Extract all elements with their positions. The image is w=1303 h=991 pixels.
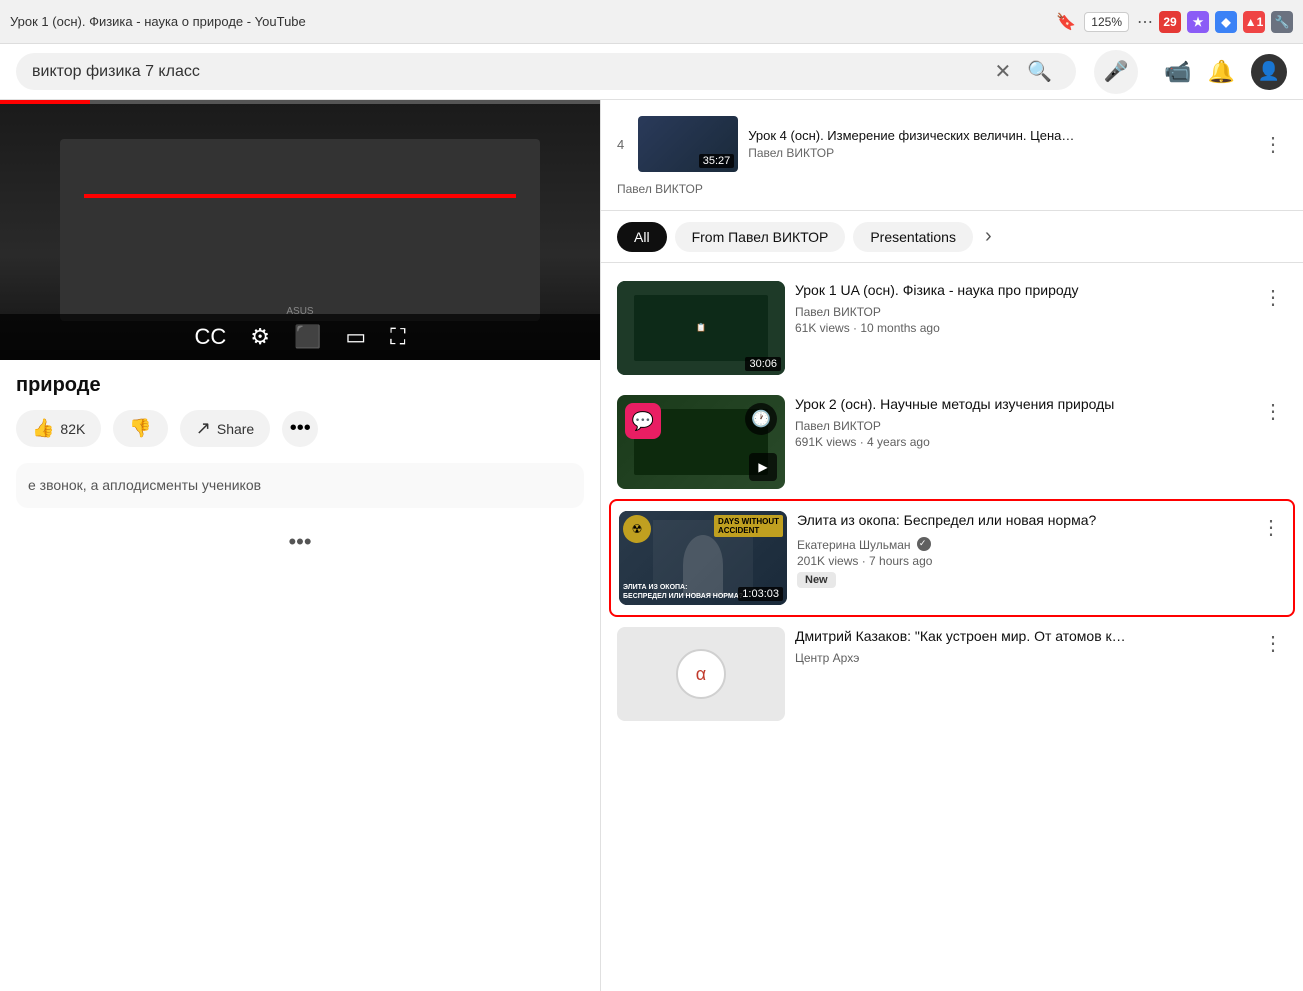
main-content: ASUS CC ⚙ ⬛ ▭ ⛶ природе 👍 82K 👎 <box>0 100 1303 991</box>
thumb-3: ☢ DAYS WITHOUTACCIDENT ЭЛИТА ИЗ ОКОПА:БЕ… <box>619 511 787 605</box>
history-overlay-icon: 🕐 <box>745 403 777 435</box>
float-more-button[interactable]: ••• <box>282 524 318 560</box>
filter-presentations[interactable]: Presentations <box>853 222 973 252</box>
playlist-item-4[interactable]: 4 35:27 Урок 4 (осн). Измерение физическ… <box>617 110 1287 178</box>
vl-more-2[interactable]: ⋮ <box>1259 395 1287 428</box>
thumbs-down-icon: 👎 <box>129 418 151 439</box>
progress-bar[interactable] <box>0 100 600 104</box>
vl-title-1: Урок 1 UA (осн). Фізика - наука про прир… <box>795 281 1249 301</box>
vl-meta-1: 61K views · 10 months ago <box>795 321 1249 335</box>
search-input-area[interactable]: виктор физика 7 класс ✕ 🔍 <box>16 53 1076 90</box>
fullscreen-button[interactable]: ⛶ <box>390 324 405 350</box>
item-title-4: Урок 4 (осн). Измерение физических велич… <box>748 128 1249 145</box>
description-area: е звонок, а аплодисменты учеников <box>16 463 584 508</box>
settings-button[interactable]: ⚙ <box>250 324 270 350</box>
video-actions: 👍 82K 👎 ↗ Share ••• <box>16 410 584 447</box>
thumbs-up-icon: 👍 <box>32 418 54 439</box>
search-query: виктор физика 7 класс <box>32 63 987 81</box>
vl-channel-3: Екатерина Шульман <box>797 535 1247 552</box>
share-label: Share <box>217 421 254 437</box>
like-count: 82K <box>60 421 85 437</box>
video-controls: CC ⚙ ⬛ ▭ ⛶ <box>0 314 600 360</box>
video-list-item-2[interactable]: 💬 🕐 ▶ Урок 2 (осн). Научные методы изуче… <box>601 385 1303 499</box>
vl-more-4[interactable]: ⋮ <box>1259 627 1287 660</box>
search-bar: виктор физика 7 класс ✕ 🔍 🎤 📹 🔔 👤 <box>0 44 1303 100</box>
filter-chips: All From Павел ВИКТОР Presentations › <box>601 211 1303 263</box>
zoom-level[interactable]: 125% <box>1084 12 1129 32</box>
item-more-4[interactable]: ⋮ <box>1259 128 1287 161</box>
clear-search-icon[interactable]: ✕ <box>995 59 1012 84</box>
vl-info-4: Дмитрий Казаков: "Как устроен мир. От ат… <box>795 627 1249 667</box>
thumb-item-4: 35:27 <box>638 116 738 172</box>
vl-info-3: Элита из окопа: Беспредел или новая норм… <box>797 511 1247 588</box>
thumb-duration-4: 35:27 <box>699 154 735 168</box>
thumb-duration-3: 1:03:03 <box>738 587 783 601</box>
cc-button[interactable]: CC <box>194 324 226 350</box>
vl-title-4: Дмитрий Казаков: "Как устроен мир. От ат… <box>795 627 1249 647</box>
vl-channel-1: Павел ВИКТОР <box>795 305 1249 319</box>
user-avatar[interactable]: 👤 <box>1251 54 1287 90</box>
dislike-button[interactable]: 👎 <box>113 410 167 447</box>
channel-name-prev: Павел ВИКТОР <box>617 178 1287 200</box>
verified-badge-3 <box>917 537 931 551</box>
vl-meta-2: 691K views · 4 years ago <box>795 435 1249 449</box>
video-list-item-4[interactable]: α Дмитрий Казаков: "Как устроен мир. От … <box>601 617 1303 731</box>
item-number: 4 <box>617 137 624 152</box>
vl-meta-3: 201K views · 7 hours ago <box>797 554 1247 568</box>
vl-title-2: Урок 2 (осн). Научные методы изучения пр… <box>795 395 1249 415</box>
video-player[interactable]: ASUS CC ⚙ ⬛ ▭ ⛶ <box>0 100 600 360</box>
description-text: е звонок, а аплодисменты учеников <box>28 475 572 496</box>
left-panel: ASUS CC ⚙ ⬛ ▭ ⛶ природе 👍 82K 👎 <box>0 100 600 991</box>
theater-button[interactable]: ▭ <box>345 324 366 350</box>
new-badge: New <box>797 572 836 588</box>
video-list-item-3[interactable]: ☢ DAYS WITHOUTACCIDENT ЭЛИТА ИЗ ОКОПА:БЕ… <box>609 499 1295 617</box>
filter-next-icon[interactable]: › <box>981 221 996 252</box>
share-icon: ↗ <box>196 418 211 439</box>
play-overlay: ▶ <box>749 453 777 481</box>
vl-channel-4: Центр Архэ <box>795 651 1249 665</box>
add-video-button[interactable]: 📹 <box>1164 59 1191 85</box>
playlist-header: 4 35:27 Урок 4 (осн). Измерение физическ… <box>601 100 1303 211</box>
right-panel: 4 35:27 Урок 4 (осн). Измерение физическ… <box>600 100 1303 991</box>
notifications-button[interactable]: 🔔 <box>1208 59 1235 85</box>
more-actions-button[interactable]: ••• <box>282 411 318 447</box>
video-list: 📋 30:06 Урок 1 UA (осн). Фізика - наука … <box>601 263 1303 991</box>
bookmark-icon[interactable]: 🔖 <box>1056 12 1076 32</box>
vl-title-3: Элита из окопа: Беспредел или новая норм… <box>797 511 1247 531</box>
vl-info-1: Урок 1 UA (осн). Фізика - наука про прир… <box>795 281 1249 335</box>
thumb-1: 📋 30:06 <box>617 281 785 375</box>
item-channel-4: Павел ВИКТОР <box>748 146 1249 160</box>
thumb-duration-1: 30:06 <box>745 357 781 371</box>
ext-blue[interactable]: ◆ <box>1215 11 1237 33</box>
ext-tampermonkey[interactable]: 29 <box>1159 11 1181 33</box>
more-icon: ••• <box>290 417 311 440</box>
ext-gray[interactable]: 🔧 <box>1271 11 1293 33</box>
quote-overlay-icon: 💬 <box>625 403 661 439</box>
progress-fill <box>0 100 90 104</box>
video-title: природе <box>16 372 584 398</box>
browser-title: Урок 1 (осн). Физика - наука о природе -… <box>10 14 1048 29</box>
vl-info-2: Урок 2 (осн). Научные методы изучения пр… <box>795 395 1249 449</box>
mic-button[interactable]: 🎤 <box>1094 50 1138 94</box>
item-info-4: Урок 4 (осн). Измерение физических велич… <box>748 128 1249 161</box>
miniplayer-button[interactable]: ⬛ <box>294 324 321 350</box>
vl-more-3[interactable]: ⋮ <box>1257 511 1285 544</box>
thumb-2: 💬 🕐 ▶ <box>617 395 785 489</box>
filter-all[interactable]: All <box>617 222 667 252</box>
video-list-item-1[interactable]: 📋 30:06 Урок 1 UA (осн). Фізика - наука … <box>601 271 1303 385</box>
header-actions: 📹 🔔 👤 <box>1164 54 1287 90</box>
search-submit-icon[interactable]: 🔍 <box>1019 59 1060 84</box>
ext-red-1[interactable]: ▲1 <box>1243 11 1265 33</box>
thumb-4: α <box>617 627 785 721</box>
share-button[interactable]: ↗ Share <box>180 410 270 447</box>
like-button[interactable]: 👍 82K <box>16 410 101 447</box>
vl-more-1[interactable]: ⋮ <box>1259 281 1287 314</box>
browser-extension-icons: ⋯ 29 ★ ◆ ▲1 🔧 <box>1137 11 1293 33</box>
vl-channel-2: Павел ВИКТОР <box>795 419 1249 433</box>
ext-icon-1[interactable]: ⋯ <box>1137 12 1153 32</box>
ext-purple[interactable]: ★ <box>1187 11 1209 33</box>
filter-from-channel[interactable]: From Павел ВИКТОР <box>675 222 846 252</box>
browser-bar: Урок 1 (осн). Физика - наука о природе -… <box>0 0 1303 44</box>
video-info: природе 👍 82K 👎 ↗ Share ••• е звоно <box>0 360 600 572</box>
